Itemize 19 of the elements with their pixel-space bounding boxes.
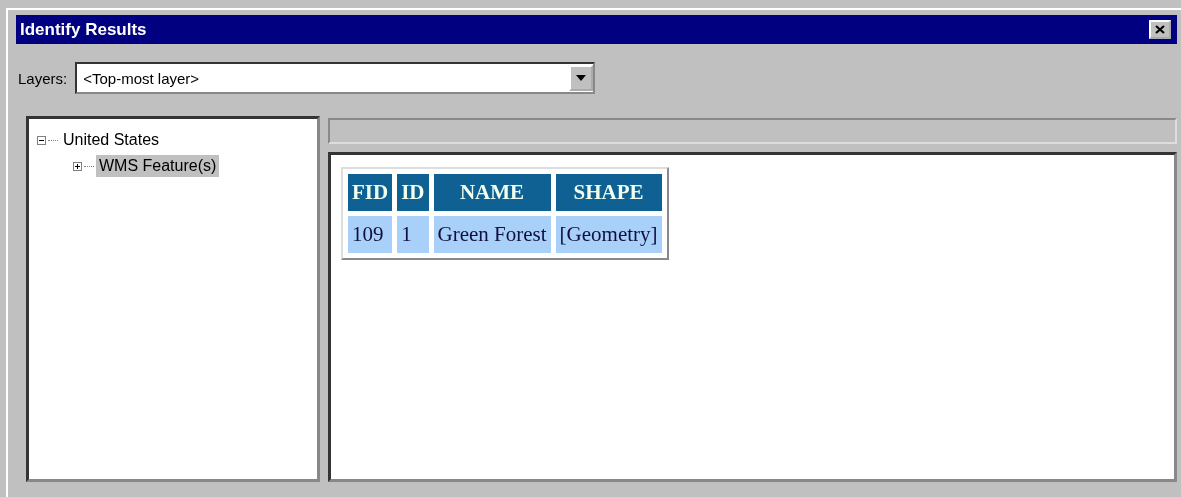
column-header: FID <box>348 174 393 211</box>
column-header: SHAPE <box>555 174 662 211</box>
layers-dropdown[interactable]: <Top-most layer> <box>75 62 596 94</box>
window-title: Identify Results <box>20 19 147 40</box>
close-button[interactable] <box>1149 20 1171 39</box>
column-header: ID <box>397 174 429 211</box>
layers-label: Layers: <box>18 69 68 87</box>
table-cell: Green Forest <box>433 216 551 253</box>
collapse-toggle-icon[interactable] <box>37 135 46 145</box>
tree-item[interactable]: United States <box>60 129 163 151</box>
table-cell: 109 <box>348 216 393 253</box>
dropdown-arrow-button[interactable] <box>569 65 594 91</box>
close-icon <box>1155 25 1165 34</box>
caret-icon <box>576 75 587 81</box>
table-cell: 1 <box>397 216 429 253</box>
expand-toggle-icon[interactable] <box>73 161 82 171</box>
column-header: NAME <box>433 174 551 211</box>
table-cell: [Geometry] <box>555 216 662 253</box>
tree-item[interactable]: WMS Feature(s) <box>96 155 220 177</box>
